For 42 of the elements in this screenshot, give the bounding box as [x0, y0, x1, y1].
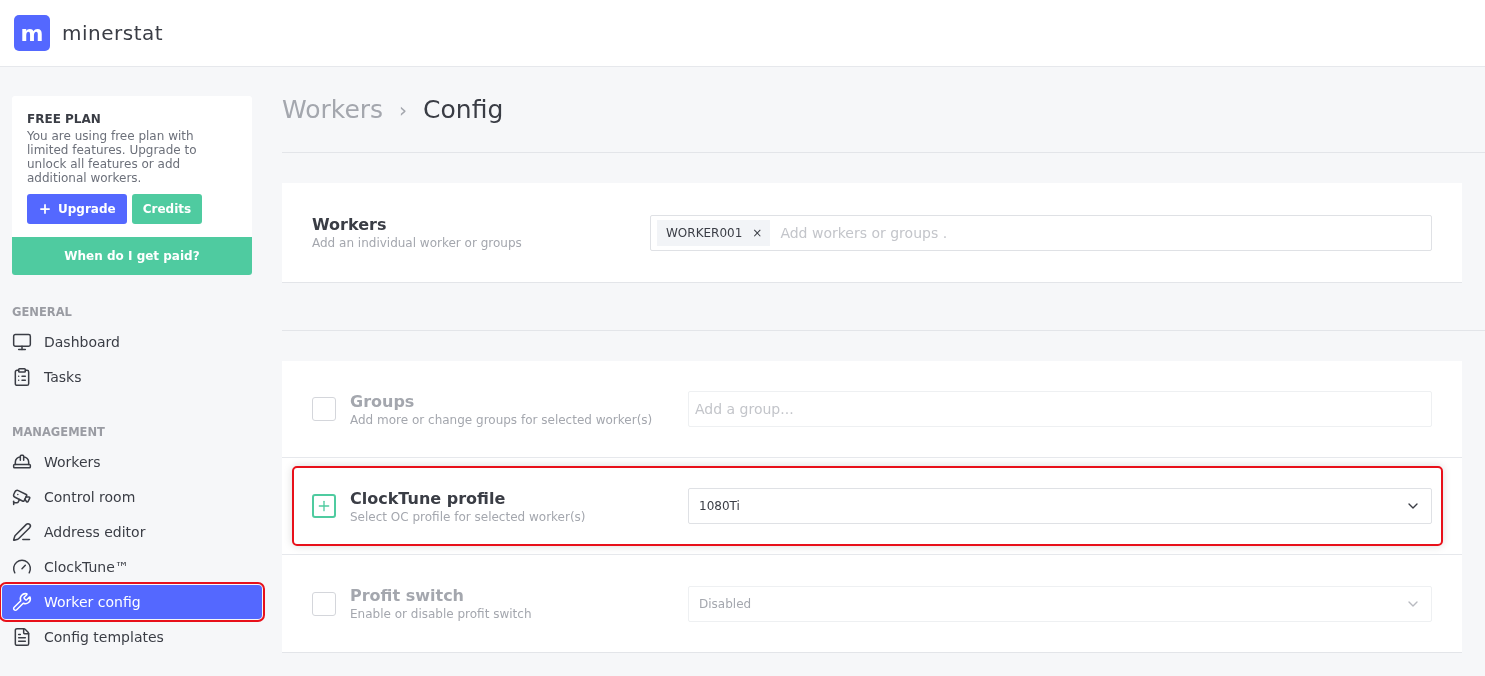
plan-title: FREE PLAN: [26, 112, 102, 126]
nav-item[interactable]: Control room: [12, 480, 262, 514]
brand-name: minerstat: [62, 21, 164, 45]
worker-tag: WORKER001 ×: [657, 219, 771, 246]
nav-item[interactable]: Workers: [12, 445, 262, 479]
checkbox[interactable]: [312, 494, 336, 518]
hard-hat-icon: [12, 452, 32, 472]
nav-item[interactable]: Config templates: [12, 620, 262, 654]
setting-title: ClockTune profile: [350, 488, 507, 508]
nav-section-title: MANAGEMENT: [12, 425, 106, 439]
remove-tag-button[interactable]: ×: [752, 225, 763, 240]
nav-section-title: GENERAL: [12, 305, 73, 319]
checkbox[interactable]: [312, 397, 336, 421]
pen-icon: [12, 522, 32, 542]
nav-item[interactable]: Tasks: [12, 360, 262, 394]
camera-icon: [12, 487, 32, 507]
nav-item[interactable]: Dashboard: [12, 325, 262, 359]
section-title: Workers: [312, 215, 388, 234]
monitor-icon: [12, 332, 32, 352]
plus-icon: [316, 498, 332, 514]
setting-subtitle: Enable or disable profit switch: [350, 607, 533, 621]
plan-text: You are using free plan with limited features. Upgrade to unlock all features or add additional workers.: [26, 128, 198, 185]
nav-item[interactable]: Address editor: [12, 515, 262, 549]
setting-subtitle: Add more or change groups for selected worker(s): [350, 412, 654, 427]
document-icon: [12, 627, 32, 647]
gauge-icon: [12, 557, 32, 577]
upgrade-button[interactable]: Upgrade: [27, 194, 127, 224]
clipboard-icon: [12, 367, 32, 387]
nav-item[interactable]: Worker config: [2, 585, 262, 619]
setting-title: Profit switch: [350, 586, 465, 605]
breadcrumb-separator: ›: [399, 97, 408, 122]
setting-subtitle: Select OC profile for selected worker(s): [350, 509, 587, 524]
nav-item[interactable]: ClockTune™: [12, 550, 262, 584]
logo-icon: m: [14, 15, 50, 51]
setting-title: Groups: [350, 391, 416, 411]
workers-input[interactable]: WORKER001 × Add workers or groups .: [650, 214, 1432, 251]
section-subtitle: Add an individual worker or groups: [312, 236, 523, 250]
wrench-icon: [12, 592, 32, 612]
breadcrumb-item: Config: [423, 95, 504, 124]
checkbox[interactable]: [312, 591, 336, 616]
plus-icon: [38, 202, 52, 216]
select-field[interactable]: 1080Ti: [688, 488, 1432, 524]
